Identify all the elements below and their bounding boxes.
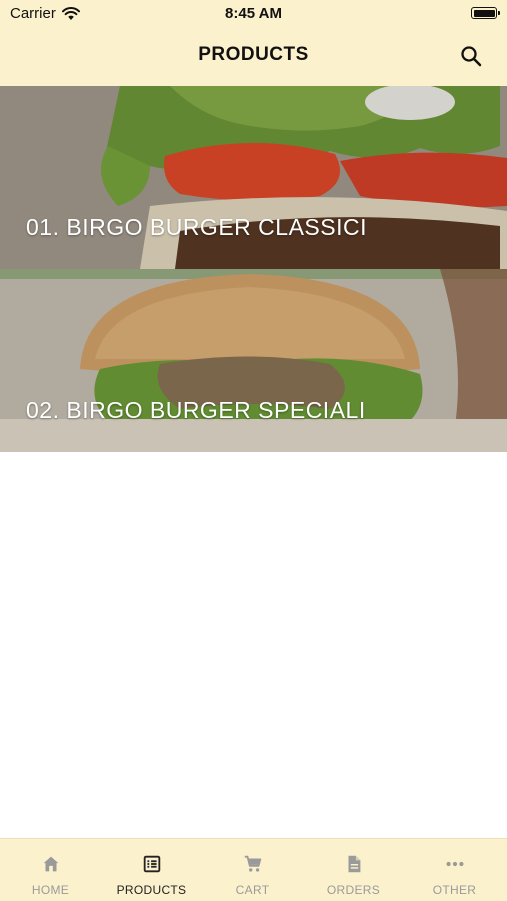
tab-home[interactable]: HOME xyxy=(0,839,101,901)
tab-label: OTHER xyxy=(432,883,477,897)
app-header: Carrier 8:45 AM PRODUCTS xyxy=(0,0,507,86)
home-icon xyxy=(43,856,58,872)
clock: 8:45 AM xyxy=(225,5,282,22)
search-icon[interactable] xyxy=(459,44,483,68)
burger-photo xyxy=(0,269,507,452)
status-bar: Carrier 8:45 AM xyxy=(0,0,507,28)
page-title: PRODUCTS xyxy=(198,44,309,65)
tab-other[interactable]: OTHER xyxy=(404,839,505,901)
cart-icon xyxy=(244,855,261,872)
burger-photo xyxy=(0,86,507,269)
tab-label: PRODUCTS xyxy=(116,883,187,897)
tab-label: ORDERS xyxy=(326,883,381,897)
tab-cart[interactable]: CART xyxy=(202,839,303,901)
tab-label: HOME xyxy=(31,883,70,897)
tab-orders[interactable]: ORDERS xyxy=(303,839,404,901)
category-item-classici[interactable]: 01. BIRGO BURGER CLASSICI xyxy=(0,86,507,269)
category-label: 02. BIRGO BURGER SPECIALI xyxy=(26,397,366,423)
tab-label: CART xyxy=(235,883,270,897)
document-icon xyxy=(348,855,360,873)
battery-icon xyxy=(471,7,500,19)
bottom-tab-bar: HOME PRODUCTS CART ORDERS OTHER xyxy=(0,838,507,901)
list-icon xyxy=(143,855,160,873)
tab-products[interactable]: PRODUCTS xyxy=(101,839,202,901)
more-icon xyxy=(445,861,464,867)
category-label: 01. BIRGO BURGER CLASSICI xyxy=(26,214,367,240)
category-item-speciali[interactable]: 02. BIRGO BURGER SPECIALI xyxy=(0,269,507,452)
